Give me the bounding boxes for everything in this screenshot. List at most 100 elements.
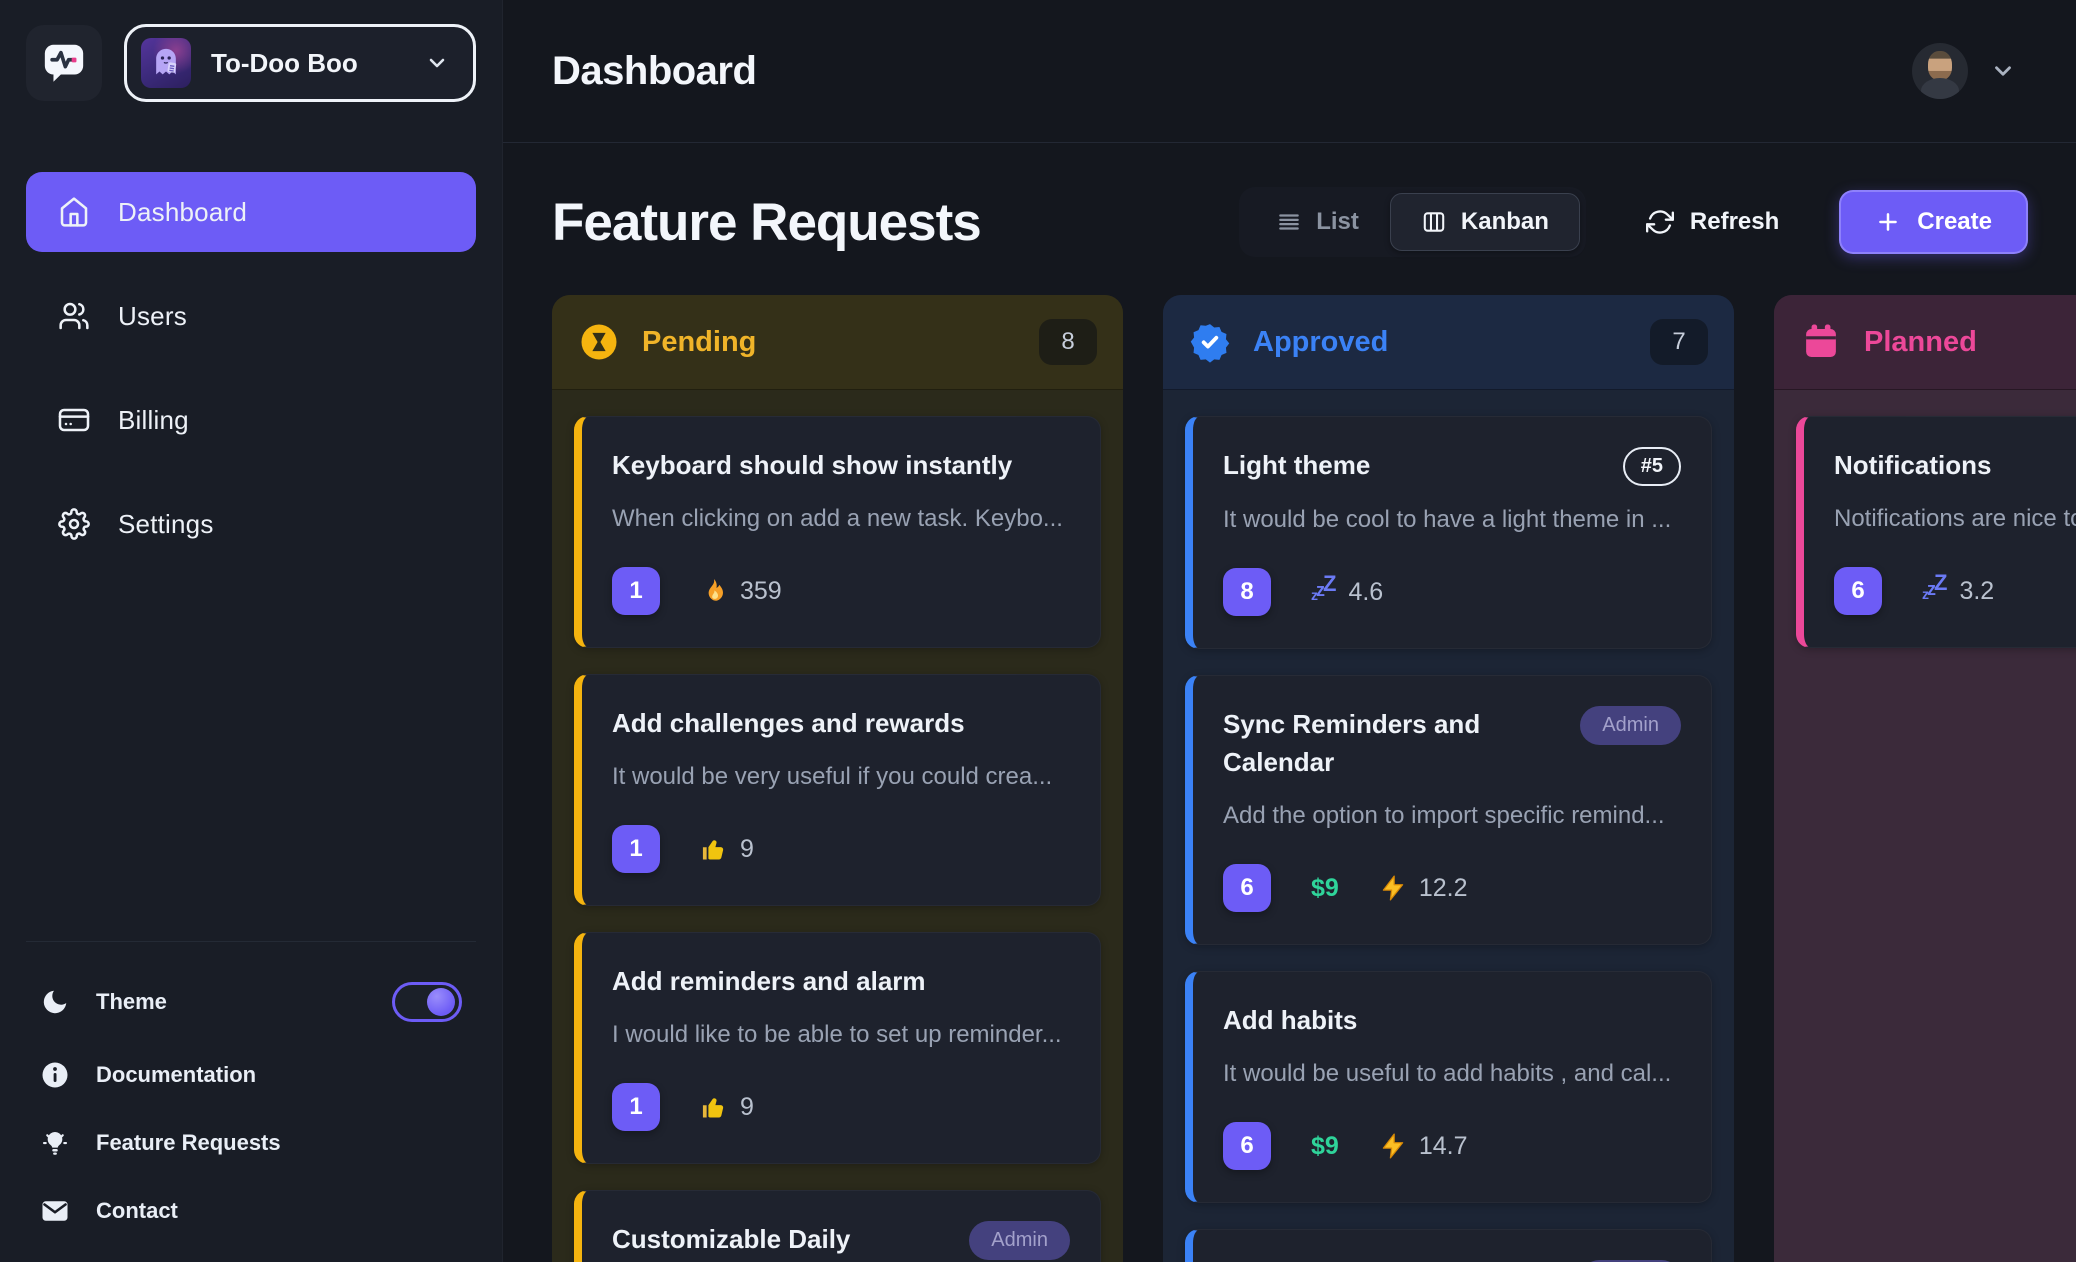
stat-money: $9 <box>1311 1132 1339 1161</box>
card-header: Keyboard should show instantly <box>612 447 1070 485</box>
vote-badge[interactable]: 8 <box>1223 568 1271 616</box>
project-selector[interactable]: To-Doo Boo <box>124 24 476 102</box>
vote-badge[interactable]: 1 <box>612 1083 660 1131</box>
card-stats: 19 <box>612 1083 1070 1131</box>
user-avatar[interactable] <box>1912 43 1968 99</box>
card-stats: 1 359 <box>612 567 1070 615</box>
card-description: It would be cool to have a light theme i… <box>1223 504 1681 536</box>
header-actions: List Kanban Refresh Create <box>1239 187 2028 257</box>
vote-badge[interactable]: 6 <box>1223 1122 1271 1170</box>
card-description: I would like to be able to set up remind… <box>612 1019 1070 1051</box>
stat-value: 359 <box>740 577 782 606</box>
view-kanban-button[interactable]: Kanban <box>1390 193 1580 251</box>
refresh-label: Refresh <box>1690 208 1779 236</box>
list-icon <box>1276 209 1302 235</box>
card-stats: 6 zzZ 3.2 <box>1834 567 2076 615</box>
feature-requests-link[interactable]: Feature Requests <box>26 1122 476 1164</box>
card-stats: 19 <box>612 825 1070 873</box>
stat-value: 14.7 <box>1419 1132 1468 1161</box>
card-title: Keyboard should show instantly <box>612 447 1070 485</box>
documentation-label: Documentation <box>96 1062 256 1088</box>
credit-card-icon <box>58 404 90 436</box>
kanban-column-approved: Approved7 Light theme#5It would be cool t… <box>1163 295 1734 1262</box>
card-header: Add challenges and rewards <box>612 705 1070 743</box>
create-button[interactable]: Create <box>1839 190 2028 254</box>
calendar-icon <box>1800 321 1842 363</box>
stat-zzz: zzZ4.6 <box>1311 578 1383 607</box>
pulse-bubble-icon <box>41 40 87 86</box>
kanban-label: Kanban <box>1461 208 1549 236</box>
list-label: List <box>1316 208 1359 236</box>
feature-card[interactable]: Keyboard should show instantly When click… <box>574 416 1101 648</box>
feature-card[interactable]: Sync Reminders and CalendarAdminAdd the … <box>1185 675 1712 945</box>
zzz-icon: zzZ <box>1922 579 1947 604</box>
column-title: Pending <box>642 326 1017 359</box>
feature-card[interactable]: Customizable Daily NotificationsAdmin <box>574 1190 1101 1262</box>
sidebar-item-dashboard[interactable]: Dashboard <box>26 172 476 252</box>
column-header: Approved7 <box>1163 295 1734 390</box>
feature-card[interactable]: Multi DeviceAdmin <box>1185 1229 1712 1262</box>
money-stat: $9 <box>1311 874 1339 903</box>
feature-card[interactable]: Notifications Notifications are nice to 6 z… <box>1796 416 2076 648</box>
stat-value: 3.2 <box>1959 577 1994 606</box>
refresh-icon <box>1646 208 1674 236</box>
feature-card[interactable]: Light theme#5It would be cool to have a … <box>1185 416 1712 649</box>
card-title: Notifications <box>1834 447 2076 485</box>
vote-badge[interactable]: 1 <box>612 825 660 873</box>
contact-link[interactable]: Contact <box>26 1190 476 1232</box>
stat-thumbs-up: 9 <box>700 835 754 864</box>
vote-badge[interactable]: 6 <box>1834 567 1882 615</box>
card-description: It would be very useful if you could cre… <box>612 761 1070 793</box>
card-stats: 6 $9 12.2 <box>1223 864 1681 912</box>
view-toggle: List Kanban <box>1239 187 1586 257</box>
column-count-badge: 7 <box>1650 319 1708 365</box>
card-description: Notifications are nice to <box>1834 503 2076 535</box>
toggle-knob <box>427 988 455 1016</box>
documentation-link[interactable]: Documentation <box>26 1054 476 1096</box>
sidebar-item-billing[interactable]: Billing <box>26 380 476 460</box>
stat-zzz: zzZ 3.2 <box>1922 577 1994 606</box>
vote-badge[interactable]: 6 <box>1223 864 1271 912</box>
info-icon <box>40 1060 70 1090</box>
stat-zap: 12.2 <box>1379 874 1468 903</box>
section-title: Feature Requests <box>552 192 981 253</box>
fire-icon <box>700 577 728 605</box>
theme-row[interactable]: Theme <box>26 976 476 1028</box>
card-description: It would be useful to add habits , and c… <box>1223 1058 1681 1090</box>
card-title: Add reminders and alarm <box>612 963 1070 1001</box>
column-count-badge: 8 <box>1039 319 1097 365</box>
card-title: Sync Reminders and Calendar <box>1223 706 1562 781</box>
kanban-column-pending: Pending 8 Keyboard should show instantly Wh… <box>552 295 1123 1262</box>
zap-icon <box>1379 1132 1407 1160</box>
stat-value: 9 <box>740 1093 754 1122</box>
app-window: To-Doo Boo Dashboard Users Billing Setti… <box>0 0 2076 1262</box>
card-header: Add habits <box>1223 1002 1681 1040</box>
stat-value: 9 <box>740 835 754 864</box>
sidebar-item-users[interactable]: Users <box>26 276 476 356</box>
mail-icon <box>40 1196 70 1226</box>
card-header: Customizable Daily NotificationsAdmin <box>612 1221 1070 1262</box>
stat-value: 12.2 <box>1419 874 1468 903</box>
column-body: Light theme#5It would be cool to have a … <box>1163 390 1734 1262</box>
feature-card[interactable]: Add reminders and alarm I would like to b… <box>574 932 1101 1164</box>
admin-badge: Admin <box>1580 706 1681 745</box>
sidebar-nav: Dashboard Users Billing Settings <box>26 172 476 564</box>
thumbs-up-icon <box>700 1093 728 1121</box>
app-logo[interactable] <box>26 25 102 101</box>
contact-label: Contact <box>96 1198 178 1224</box>
sidebar-item-settings[interactable]: Settings <box>26 484 476 564</box>
refresh-button[interactable]: Refresh <box>1640 207 1785 237</box>
vote-badge[interactable]: 1 <box>612 567 660 615</box>
card-title: Add habits <box>1223 1002 1681 1040</box>
stat-thumbs-up: 9 <box>700 1093 754 1122</box>
card-description: When clicking on add a new task. Keybo..… <box>612 503 1070 535</box>
kanban-icon <box>1421 209 1447 235</box>
feature-card[interactable]: Add habits It would be useful to add habi… <box>1185 971 1712 1203</box>
feature-card[interactable]: Add challenges and rewards It would be ve… <box>574 674 1101 906</box>
stat-value: 4.6 <box>1348 578 1383 607</box>
chevron-down-icon[interactable] <box>1990 58 2016 84</box>
view-list-button[interactable]: List <box>1245 193 1390 251</box>
theme-toggle[interactable] <box>392 982 462 1022</box>
sidebar-item-label: Users <box>118 301 187 332</box>
card-title: Light theme <box>1223 447 1605 485</box>
